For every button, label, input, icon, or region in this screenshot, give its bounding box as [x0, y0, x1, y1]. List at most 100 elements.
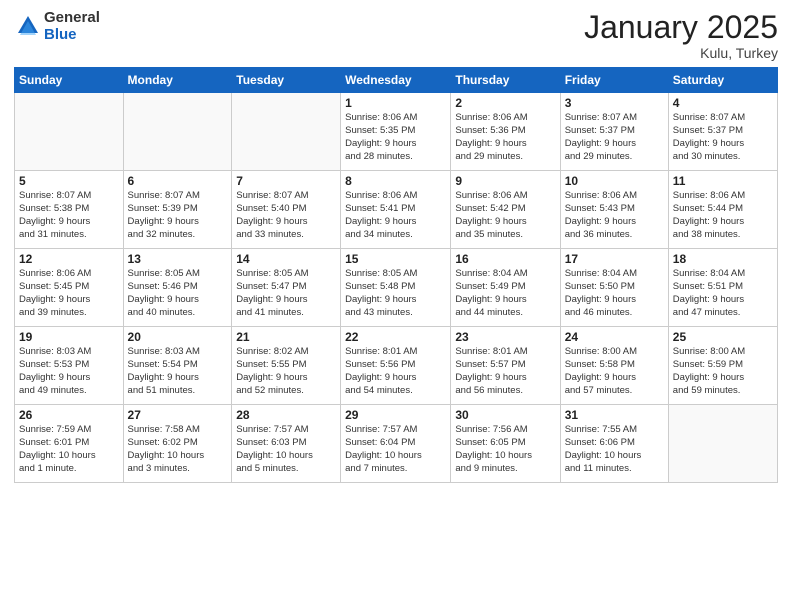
- week-row-5: 26 Sunrise: 7:59 AM Sunset: 6:01 PM Dayli…: [15, 405, 778, 483]
- calendar-cell: 21 Sunrise: 8:02 AM Sunset: 5:55 PM Dayli…: [232, 327, 341, 405]
- day-number: 26: [19, 408, 119, 422]
- calendar-cell: 15Sunrise: 8:05 AM Sunset: 5:48 PM Dayli…: [341, 249, 451, 327]
- day-number: 22: [345, 330, 446, 344]
- day-info: Sunrise: 8:04 AM Sunset: 5:51 PM Dayligh…: [673, 268, 773, 319]
- day-info: Sunrise: 8:00 AM Sunset: 5:58 PM Dayligh…: [565, 346, 664, 397]
- day-number: 3: [565, 96, 664, 110]
- day-number: 4: [673, 96, 773, 110]
- day-number: 18: [673, 252, 773, 266]
- calendar-cell: 13Sunrise: 8:05 AM Sunset: 5:46 PM Dayli…: [123, 249, 232, 327]
- day-info: Sunrise: 7:59 AM Sunset: 6:01 PM Dayligh…: [19, 424, 119, 475]
- weekday-header-wednesday: Wednesday: [341, 68, 451, 93]
- day-number: 11: [673, 174, 773, 188]
- calendar-table: SundayMondayTuesdayWednesdayThursdayFrid…: [14, 67, 778, 483]
- calendar-cell: 20Sunrise: 8:03 AM Sunset: 5:54 PM Dayli…: [123, 327, 232, 405]
- day-info: Sunrise: 8:06 AM Sunset: 5:42 PM Dayligh…: [455, 190, 555, 241]
- day-info: Sunrise: 8:06 AM Sunset: 5:35 PM Dayligh…: [345, 112, 446, 163]
- calendar-cell: 7Sunrise: 8:07 AM Sunset: 5:40 PM Daylig…: [232, 171, 341, 249]
- calendar-cell: 29Sunrise: 7:57 AM Sunset: 6:04 PM Dayli…: [341, 405, 451, 483]
- calendar-cell: 4 Sunrise: 8:07 AM Sunset: 5:37 PM Daylig…: [668, 93, 777, 171]
- logo-icon: [14, 13, 42, 41]
- page: General Blue January 2025 Kulu, Turkey S…: [0, 0, 792, 612]
- calendar-cell: 25 Sunrise: 8:00 AM Sunset: 5:59 PM Dayli…: [668, 327, 777, 405]
- calendar-cell: 22Sunrise: 8:01 AM Sunset: 5:56 PM Dayli…: [341, 327, 451, 405]
- day-info: Sunrise: 8:02 AM Sunset: 5:55 PM Dayligh…: [236, 346, 336, 397]
- calendar-cell: 5 Sunrise: 8:07 AM Sunset: 5:38 PM Daylig…: [15, 171, 124, 249]
- calendar-cell: [15, 93, 124, 171]
- day-number: 24: [565, 330, 664, 344]
- calendar-cell: [668, 405, 777, 483]
- day-number: 27: [128, 408, 228, 422]
- calendar-cell: 30 Sunrise: 7:56 AM Sunset: 6:05 PM Dayli…: [451, 405, 560, 483]
- day-number: 8: [345, 174, 446, 188]
- day-number: 1: [345, 96, 446, 110]
- day-info: Sunrise: 7:55 AM Sunset: 6:06 PM Dayligh…: [565, 424, 664, 475]
- day-number: 30: [455, 408, 555, 422]
- day-info: Sunrise: 8:07 AM Sunset: 5:39 PM Dayligh…: [128, 190, 228, 241]
- calendar-cell: 10Sunrise: 8:06 AM Sunset: 5:43 PM Dayli…: [560, 171, 668, 249]
- calendar-cell: 18 Sunrise: 8:04 AM Sunset: 5:51 PM Dayli…: [668, 249, 777, 327]
- weekday-header-friday: Friday: [560, 68, 668, 93]
- weekday-header-monday: Monday: [123, 68, 232, 93]
- day-number: 6: [128, 174, 228, 188]
- day-number: 14: [236, 252, 336, 266]
- day-info: Sunrise: 7:57 AM Sunset: 6:03 PM Dayligh…: [236, 424, 336, 475]
- calendar-cell: 14 Sunrise: 8:05 AM Sunset: 5:47 PM Dayli…: [232, 249, 341, 327]
- day-number: 5: [19, 174, 119, 188]
- calendar-cell: 24 Sunrise: 8:00 AM Sunset: 5:58 PM Dayli…: [560, 327, 668, 405]
- calendar-cell: 31 Sunrise: 7:55 AM Sunset: 6:06 PM Dayli…: [560, 405, 668, 483]
- day-number: 19: [19, 330, 119, 344]
- day-number: 9: [455, 174, 555, 188]
- calendar-cell: 27Sunrise: 7:58 AM Sunset: 6:02 PM Dayli…: [123, 405, 232, 483]
- week-row-4: 19Sunrise: 8:03 AM Sunset: 5:53 PM Dayli…: [15, 327, 778, 405]
- day-number: 17: [565, 252, 664, 266]
- calendar-cell: 6 Sunrise: 8:07 AM Sunset: 5:39 PM Daylig…: [123, 171, 232, 249]
- day-number: 2: [455, 96, 555, 110]
- title-block: January 2025 Kulu, Turkey: [584, 10, 778, 61]
- day-info: Sunrise: 8:04 AM Sunset: 5:49 PM Dayligh…: [455, 268, 555, 319]
- logo-general-text: General: [44, 10, 100, 27]
- logo-blue-text: Blue: [44, 27, 100, 44]
- calendar-cell: 28Sunrise: 7:57 AM Sunset: 6:03 PM Dayli…: [232, 405, 341, 483]
- weekday-header-saturday: Saturday: [668, 68, 777, 93]
- calendar-cell: 9 Sunrise: 8:06 AM Sunset: 5:42 PM Daylig…: [451, 171, 560, 249]
- calendar-cell: 16 Sunrise: 8:04 AM Sunset: 5:49 PM Dayli…: [451, 249, 560, 327]
- day-number: 13: [128, 252, 228, 266]
- day-info: Sunrise: 8:07 AM Sunset: 5:38 PM Dayligh…: [19, 190, 119, 241]
- day-info: Sunrise: 8:06 AM Sunset: 5:36 PM Dayligh…: [455, 112, 555, 163]
- day-info: Sunrise: 8:07 AM Sunset: 5:37 PM Dayligh…: [565, 112, 664, 163]
- calendar-cell: 3 Sunrise: 8:07 AM Sunset: 5:37 PM Daylig…: [560, 93, 668, 171]
- day-info: Sunrise: 8:05 AM Sunset: 5:48 PM Dayligh…: [345, 268, 446, 319]
- day-info: Sunrise: 8:05 AM Sunset: 5:47 PM Dayligh…: [236, 268, 336, 319]
- day-info: Sunrise: 8:01 AM Sunset: 5:57 PM Dayligh…: [455, 346, 555, 397]
- logo: General Blue: [14, 10, 100, 43]
- calendar-cell: 1 Sunrise: 8:06 AM Sunset: 5:35 PM Daylig…: [341, 93, 451, 171]
- day-number: 23: [455, 330, 555, 344]
- weekday-header-thursday: Thursday: [451, 68, 560, 93]
- calendar-cell: 12Sunrise: 8:06 AM Sunset: 5:45 PM Dayli…: [15, 249, 124, 327]
- day-number: 21: [236, 330, 336, 344]
- week-row-1: 1 Sunrise: 8:06 AM Sunset: 5:35 PM Daylig…: [15, 93, 778, 171]
- day-number: 16: [455, 252, 555, 266]
- day-info: Sunrise: 8:07 AM Sunset: 5:40 PM Dayligh…: [236, 190, 336, 241]
- day-number: 20: [128, 330, 228, 344]
- day-number: 29: [345, 408, 446, 422]
- logo-text: General Blue: [44, 10, 100, 43]
- day-info: Sunrise: 8:06 AM Sunset: 5:41 PM Dayligh…: [345, 190, 446, 241]
- month-title: January 2025: [584, 10, 778, 45]
- weekday-header-row: SundayMondayTuesdayWednesdayThursdayFrid…: [15, 68, 778, 93]
- day-info: Sunrise: 8:04 AM Sunset: 5:50 PM Dayligh…: [565, 268, 664, 319]
- day-number: 25: [673, 330, 773, 344]
- calendar-cell: 23 Sunrise: 8:01 AM Sunset: 5:57 PM Dayli…: [451, 327, 560, 405]
- calendar-cell: 17 Sunrise: 8:04 AM Sunset: 5:50 PM Dayli…: [560, 249, 668, 327]
- day-info: Sunrise: 8:00 AM Sunset: 5:59 PM Dayligh…: [673, 346, 773, 397]
- day-info: Sunrise: 7:56 AM Sunset: 6:05 PM Dayligh…: [455, 424, 555, 475]
- calendar-cell: 19Sunrise: 8:03 AM Sunset: 5:53 PM Dayli…: [15, 327, 124, 405]
- day-number: 31: [565, 408, 664, 422]
- location: Kulu, Turkey: [584, 45, 778, 61]
- day-info: Sunrise: 8:07 AM Sunset: 5:37 PM Dayligh…: [673, 112, 773, 163]
- weekday-header-tuesday: Tuesday: [232, 68, 341, 93]
- calendar-cell: [232, 93, 341, 171]
- header: General Blue January 2025 Kulu, Turkey: [14, 10, 778, 61]
- calendar-cell: [123, 93, 232, 171]
